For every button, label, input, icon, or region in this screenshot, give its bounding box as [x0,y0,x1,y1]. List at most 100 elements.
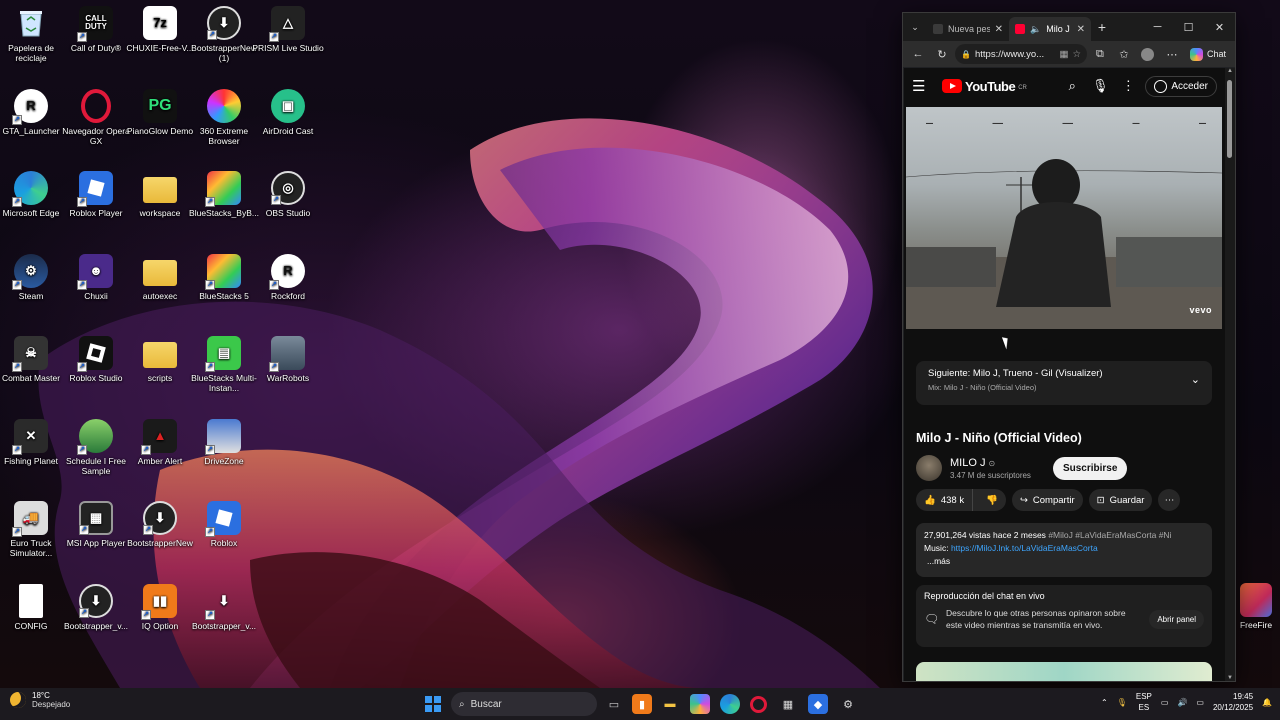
chevron-down-icon[interactable]: ⌄ [1191,373,1200,386]
desktop-icon-label: FreeFire [1239,620,1273,630]
bootstrapper-icon: ⬇ ↗ [79,584,113,618]
share-button[interactable]: ↪ Compartir [1011,489,1083,511]
volume-icon[interactable]: 🔊 [1177,698,1187,707]
reload-button[interactable]: ↻ [931,43,953,65]
new-tab-icon [933,24,943,34]
browser-window: ⌄ Nueva pesta ✕ 🔈 Milo J - ✕ + ─ ☐ ✕ ← ↻… [902,12,1236,682]
video-player[interactable]: ▬▬ ▬▬▬ ▬▬▬ ▬▬ ▬▬ vevo [906,107,1222,329]
recycle-bin-icon [14,6,48,40]
back-button[interactable]: ← [907,43,929,65]
new-tab-button[interactable]: + [1091,19,1113,35]
maximize-button[interactable]: ☐ [1173,13,1204,41]
roblox-icon: ↗ [205,501,241,537]
like-button[interactable]: 👍 438 k [916,489,974,511]
thumbs-down-icon: 👎 [986,494,998,506]
desktop-icon-prism[interactable]: △ ↗ PRISM Live Studio [247,6,329,53]
desktop-icon-obs[interactable]: ◎ ↗ OBS Studio [247,171,329,218]
up-next-title: Milo J, Trueno - Gil (Visualizer) [972,368,1103,379]
youtube-logo[interactable]: YouTube CR [942,79,1027,94]
battery-icon[interactable]: ▭ [1196,698,1204,707]
more-options-button[interactable]: ⋯ [1161,43,1183,65]
taskbar-search[interactable]: ⌕ Buscar [451,692,597,716]
favorites-button[interactable]: ✩ [1113,43,1135,65]
microsoft-store-icon[interactable]: ▦ [778,694,798,714]
menu-icon[interactable]: ☰ [912,77,936,95]
microphone-tray-icon[interactable]: 🎙 [1117,698,1127,707]
more-vertical-icon[interactable]: ⋮ [1117,78,1139,94]
video-title: Milo J - Niño (Official Video) [916,431,1082,445]
hashtags: #MiloJ #LaVidaEraMasCorta #Ni [1048,530,1172,540]
clock-time: 19:45 [1233,692,1254,701]
language-indicator[interactable]: ESP ES [1136,691,1152,713]
tab-actions-menu[interactable]: ⌄ [903,13,927,41]
desktop-icon-label: Bootstrapper_v... [191,621,257,631]
address-bar[interactable]: 🔒 https://www.yo... ▦ ☆ [955,44,1087,64]
microphone-icon[interactable]: 🎙 [1089,78,1111,94]
desktop-icon-airdroid[interactable]: ▣ AirDroid Cast [247,89,329,136]
edge-taskbar-icon[interactable] [720,694,740,714]
up-next-card[interactable]: Siguiente: Milo J, Trueno - Gil (Visuali… [916,361,1212,405]
save-button[interactable]: ⊡ Guardar [1088,489,1153,511]
desktop-icon-drivezone[interactable]: ↗ DriveZone [183,419,265,466]
open-panel-button[interactable]: Abrir panel [1149,609,1204,629]
settings-gear-icon[interactable]: ⚙ [838,694,858,714]
desktop-icon-roblox[interactable]: ↗ Roblox [183,501,265,548]
desktop-icon-freefire[interactable]: FreeFire [1232,583,1280,630]
share-icon: ↪ [1019,494,1028,506]
clock[interactable]: 19:45 20/12/2025 [1213,691,1253,713]
live-chat-text: Descubre lo que otras personas opinaron … [946,608,1126,630]
weather-widget[interactable]: 18°C Despejado [10,691,70,709]
copilot-chat-button[interactable]: Chat [1185,47,1231,61]
drivezone-icon: ↗ [205,419,241,455]
close-icon[interactable]: ✕ [995,24,1003,35]
profile-button[interactable] [1137,43,1159,65]
file-explorer-icon[interactable]: ▬ [660,694,680,714]
scroll-down-icon[interactable]: ▼ [1225,675,1235,681]
scrollbar-thumb[interactable] [1227,80,1232,158]
channel-info[interactable]: MILO J ⊙ 3.47 M de suscriptores [950,457,1031,480]
bootstrapper-icon: ⬇ ↗ [207,6,241,40]
channel-avatar[interactable] [916,455,942,481]
page-scrollbar[interactable]: ▲ ▼ [1225,68,1235,681]
copilot-taskbar-icon[interactable] [690,694,710,714]
desktop-icon-warrobots[interactable]: ↗ WarRobots [247,336,329,383]
roblox-taskbar-icon[interactable]: ◆ [808,694,828,714]
channel-row: MILO J ⊙ 3.47 M de suscriptores Suscribi… [916,453,1216,483]
like-count: 438 k [940,494,965,506]
network-icon[interactable]: ▭ [1161,698,1169,707]
tab-new[interactable]: Nueva pesta ✕ [927,17,1009,41]
scroll-up-icon[interactable]: ▲ [1225,68,1235,74]
iq-option-taskbar-icon[interactable]: ▮ [632,694,652,714]
weather-temperature: 18°C [32,691,50,700]
close-window-button[interactable]: ✕ [1204,13,1235,41]
speaker-icon[interactable]: 🔈 [1030,24,1041,35]
split-screen-icon[interactable]: ▦ [1059,49,1068,60]
search-placeholder: Buscar [470,698,502,710]
opera-gx-taskbar-icon[interactable] [750,696,767,713]
recommended-thumbnail[interactable] [916,662,1212,681]
sign-in-button[interactable]: Acceder [1145,75,1217,97]
extensions-button[interactable]: ⧉ [1089,43,1111,65]
desktop-icon-bootstrapper-v-2[interactable]: ⬇ ↗ Bootstrapper_v... [183,584,265,631]
desktop-icon-rockford[interactable]: R ↗ Rockford [247,254,329,301]
music-link[interactable]: https://MiloJ.lnk.to/LaVidaEraMasCorta [951,543,1098,553]
close-icon[interactable]: ✕ [1077,24,1085,35]
more-horizontal-icon: ⋯ [1166,48,1178,61]
subscribe-button[interactable]: Suscribirse [1052,456,1128,480]
description-box[interactable]: 27,901,264 vistas hace 2 meses #MiloJ #L… [916,523,1212,577]
tab-milo-j[interactable]: 🔈 Milo J - ✕ [1009,17,1091,41]
youtube-page: ☰ YouTube CR ⌕ 🎙 ⋮ Acceder ▬▬ ▬▬▬ ▬▬▬ ▬▬ ▬▬ [904,68,1225,681]
favorite-star-icon[interactable]: ☆ [1072,49,1081,60]
bookmark-icon: ⊡ [1096,494,1105,506]
notification-bell-icon[interactable]: 🔔 [1262,698,1272,707]
task-view-icon[interactable]: ▭ [604,694,624,714]
start-button[interactable] [425,696,441,712]
dislike-button[interactable]: 👎 [978,495,1006,506]
more-actions-button[interactable]: ⋯ [1158,489,1181,511]
fishing-planet-icon: ✕ ↗ [12,419,48,455]
minimize-button[interactable]: ─ [1142,13,1173,41]
prism-live-icon: △ ↗ [269,6,305,42]
search-icon[interactable]: ⌕ [1061,78,1083,94]
chevron-up-icon[interactable]: ⌃ [1101,698,1108,707]
show-more-link[interactable]: ...más [927,555,1204,568]
